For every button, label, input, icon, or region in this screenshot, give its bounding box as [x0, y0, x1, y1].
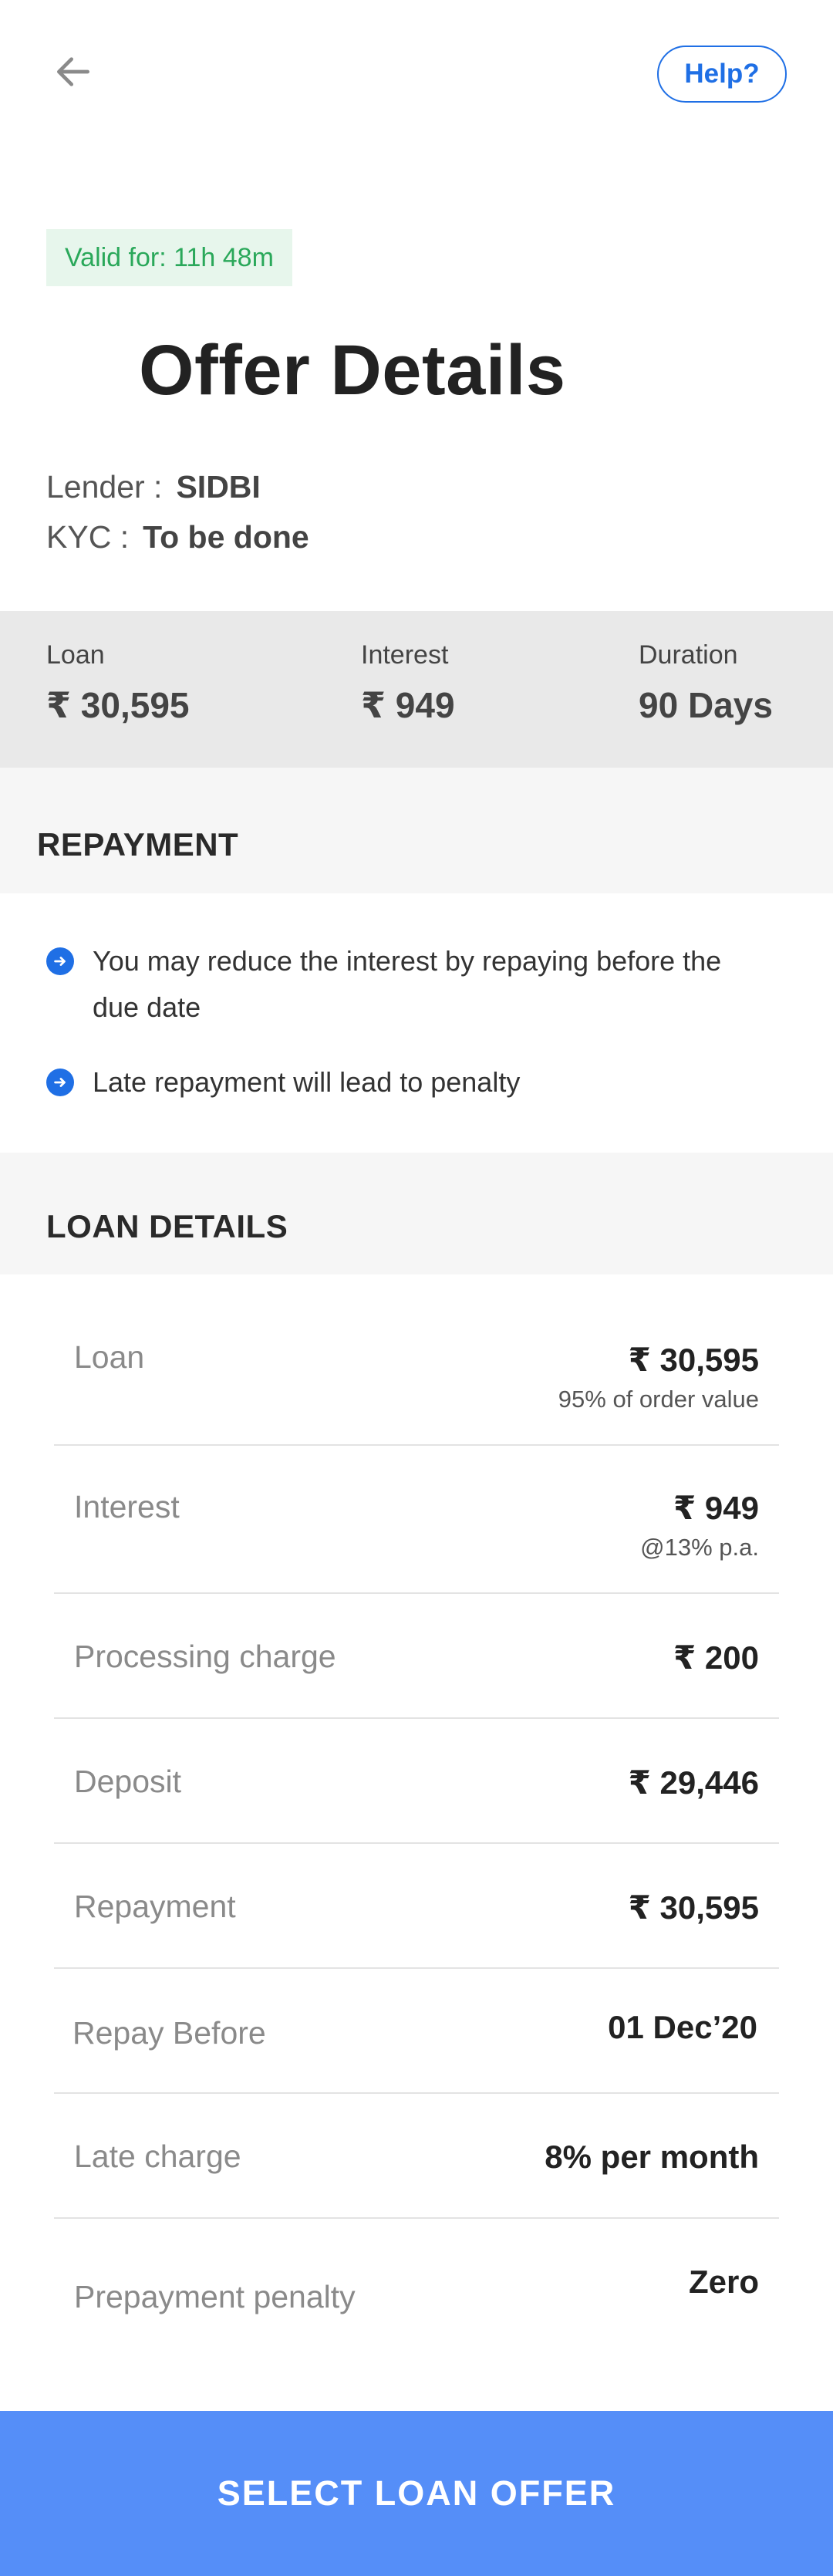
detail-label: Late charge: [74, 2139, 241, 2174]
arrow-left-icon: [57, 57, 89, 86]
summary-interest: Interest ₹ 949: [361, 640, 455, 726]
detail-row-prepayment-penalty: Prepayment penalty Zero: [54, 2219, 779, 2373]
detail-value: 8% per month: [545, 2139, 759, 2175]
detail-value: ₹ 30,595: [628, 1342, 759, 1378]
loan-details-heading: LOAN DETAILS: [46, 1208, 288, 1244]
repayment-note: You may reduce the interest by repaying …: [46, 938, 756, 1031]
detail-label: Interest: [74, 1489, 180, 1524]
detail-label: Loan: [74, 1339, 145, 1375]
repayment-section-header: REPAYMENT: [0, 768, 833, 893]
detail-row-processing-charge: Processing charge ₹ 200: [54, 1594, 779, 1719]
lender-label: Lender :: [46, 469, 163, 505]
detail-value: ₹ 949: [673, 1490, 759, 1526]
summary-interest-value: ₹ 949: [361, 685, 455, 725]
summary-duration: Duration 90 Days: [639, 640, 773, 726]
summary-loan-value: ₹ 30,595: [46, 685, 190, 725]
repayment-note-text: Late repayment will lead to penalty: [93, 1066, 521, 1098]
loan-details-section-header: LOAN DETAILS: [0, 1153, 833, 1274]
repayment-note: Late repayment will lead to penalty: [46, 1059, 756, 1106]
detail-subtext: @13% p.a.: [640, 1534, 759, 1561]
lender-value: SIDBI: [176, 469, 261, 505]
detail-label: Prepayment penalty: [74, 2279, 356, 2314]
detail-row-loan: Loan ₹ 30,595 95% of order value: [54, 1274, 779, 1446]
kyc-value: To be done: [143, 519, 309, 555]
page-title: Offer Details: [139, 331, 566, 410]
detail-value: Zero: [688, 2264, 759, 2300]
detail-label: Repay Before: [73, 2015, 266, 2051]
detail-label: Processing charge: [74, 1639, 336, 1674]
kyc-line: KYC : To be done: [46, 519, 309, 555]
repayment-note-text: You may reduce the interest by repaying …: [93, 945, 722, 1023]
select-loan-offer-label: SELECT LOAN OFFER: [217, 2473, 616, 2513]
detail-label: Repayment: [74, 1889, 236, 1924]
detail-row-interest: Interest ₹ 949 @13% p.a.: [54, 1446, 779, 1594]
summary-loan: Loan ₹ 30,595: [46, 640, 189, 726]
detail-value: 01 Dec’20: [608, 2009, 757, 2045]
summary-interest-label: Interest: [361, 640, 449, 670]
detail-row-repayment: Repayment ₹ 30,595: [54, 1844, 779, 1969]
select-loan-offer-button[interactable]: SELECT LOAN OFFER: [0, 2411, 833, 2576]
summary-duration-label: Duration: [639, 640, 738, 670]
detail-value: ₹ 30,595: [628, 1889, 759, 1926]
kyc-label: KYC :: [46, 519, 130, 555]
repayment-heading: REPAYMENT: [37, 826, 239, 863]
lender-line: Lender : SIDBI: [46, 469, 261, 505]
detail-value: ₹ 200: [673, 1639, 759, 1676]
arrow-right-circle-icon: [46, 1069, 74, 1096]
offer-summary: Loan ₹ 30,595 Interest ₹ 949 Duration 90…: [0, 611, 833, 768]
detail-row-repay-before: Repay Before 01 Dec’20: [54, 1969, 779, 2094]
summary-duration-value: 90 Days: [639, 685, 773, 725]
top-bar: Help?: [0, 0, 833, 147]
detail-label: Deposit: [74, 1764, 182, 1799]
validity-badge: Valid for: 11h 48m: [46, 229, 292, 286]
detail-row-late-charge: Late charge 8% per month: [54, 2094, 779, 2219]
arrow-right-circle-icon: [46, 947, 74, 975]
help-button[interactable]: Help?: [657, 46, 787, 103]
detail-subtext: 95% of order value: [558, 1386, 759, 1413]
summary-loan-label: Loan: [46, 640, 105, 670]
detail-value: ₹ 29,446: [628, 1764, 759, 1801]
back-button[interactable]: [46, 45, 100, 99]
detail-row-deposit: Deposit ₹ 29,446: [54, 1719, 779, 1844]
